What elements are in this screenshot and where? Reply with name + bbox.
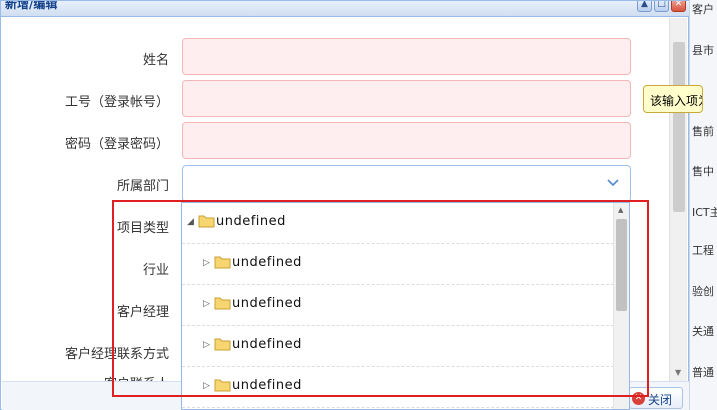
folder-icon xyxy=(214,297,231,310)
tree-node-label: undefined xyxy=(232,378,302,393)
customer-contact-label: 客户联系人 xyxy=(104,373,169,381)
background-list-item: 县市 xyxy=(692,44,714,57)
account-manager-label: 客户经理 xyxy=(116,305,169,320)
background-list-item: 验创 xyxy=(692,285,714,298)
dialog-title: 新增/编辑 xyxy=(5,1,58,11)
dialog-scrollbar[interactable]: ▼ xyxy=(669,18,687,381)
tree-node[interactable]: ▷ undefined xyxy=(182,285,614,326)
name-input[interactable] xyxy=(182,38,631,75)
department-select[interactable] xyxy=(182,165,631,202)
password-input[interactable] xyxy=(182,122,631,159)
minimize-button[interactable]: ▲ xyxy=(637,1,652,12)
department-tree-dropdown[interactable]: ◢ undefined ▷ undefined ▷ undefined ▷ un… xyxy=(181,202,630,410)
background-list-item: 客户 xyxy=(692,3,714,16)
scroll-up-icon[interactable]: ▲ xyxy=(618,206,623,214)
background-list-item: 工程 xyxy=(692,244,714,257)
close-icon: ✕ xyxy=(632,392,645,405)
dialog-titlebar[interactable]: 新增/编辑 ▲ □ ✕ xyxy=(1,1,689,17)
tree-scrollbar-thumb[interactable] xyxy=(616,219,627,311)
tree-node[interactable]: ▷ undefined xyxy=(182,244,614,285)
chevron-down-icon[interactable] xyxy=(606,175,620,189)
tree-node[interactable]: ▷ undefined xyxy=(182,367,614,408)
background-list-item: 售前 xyxy=(692,125,714,138)
department-label: 所属部门 xyxy=(116,179,169,194)
folder-icon xyxy=(214,256,231,269)
expand-arrow-icon[interactable]: ▷ xyxy=(203,381,210,391)
expand-arrow-icon[interactable]: ▷ xyxy=(203,258,210,268)
close-button[interactable]: ✕ 关闭 xyxy=(629,387,683,409)
background-list-item: ICT主 xyxy=(692,206,717,219)
background-list-item: 普通 xyxy=(692,366,714,379)
background-list: 客户 县市 售前 售中 ICT主 工程 验创 关通 普通 xyxy=(689,0,717,410)
project-type-label: 项目类型 xyxy=(116,221,169,236)
password-label: 密码（登录密码） xyxy=(64,137,169,152)
tree-node-label: undefined xyxy=(232,296,302,311)
collapse-arrow-icon[interactable]: ◢ xyxy=(187,217,194,227)
employee-id-label: 工号（登录帐号） xyxy=(64,95,169,110)
tree-scrollbar[interactable]: ▲ xyxy=(613,203,629,409)
tree-node[interactable]: ◢ undefined xyxy=(182,203,614,244)
name-label: 姓名 xyxy=(142,53,169,68)
tree-node-label: undefined xyxy=(216,214,286,229)
tree-node-label: undefined xyxy=(232,255,302,270)
folder-icon xyxy=(198,215,215,228)
industry-label: 行业 xyxy=(142,263,169,278)
expand-arrow-icon[interactable]: ▷ xyxy=(203,299,210,309)
validation-tooltip: 该输入项为必 xyxy=(643,85,703,113)
expand-arrow-icon[interactable]: ▷ xyxy=(203,340,210,350)
tree-node-label: undefined xyxy=(232,337,302,352)
scrollbar-thumb[interactable] xyxy=(673,42,685,212)
background-list-item: 关通 xyxy=(692,325,714,338)
dialog-close-icon[interactable]: ✕ xyxy=(671,1,686,12)
background-list-item: 售中 xyxy=(692,165,714,178)
screen: 客户 县市 售前 售中 ICT主 工程 验创 关通 普通 新增/编辑 ▲ □ ✕… xyxy=(0,0,717,410)
scroll-down-icon[interactable]: ▼ xyxy=(675,368,681,377)
maximize-button[interactable]: □ xyxy=(654,1,669,12)
close-button-label: 关闭 xyxy=(648,393,673,407)
manager-contact-label: 客户经理联系方式 xyxy=(64,347,169,362)
employee-id-input[interactable] xyxy=(182,80,631,117)
folder-icon xyxy=(214,379,231,392)
folder-icon xyxy=(214,338,231,351)
tree-node[interactable]: ▷ undefined xyxy=(182,326,614,367)
